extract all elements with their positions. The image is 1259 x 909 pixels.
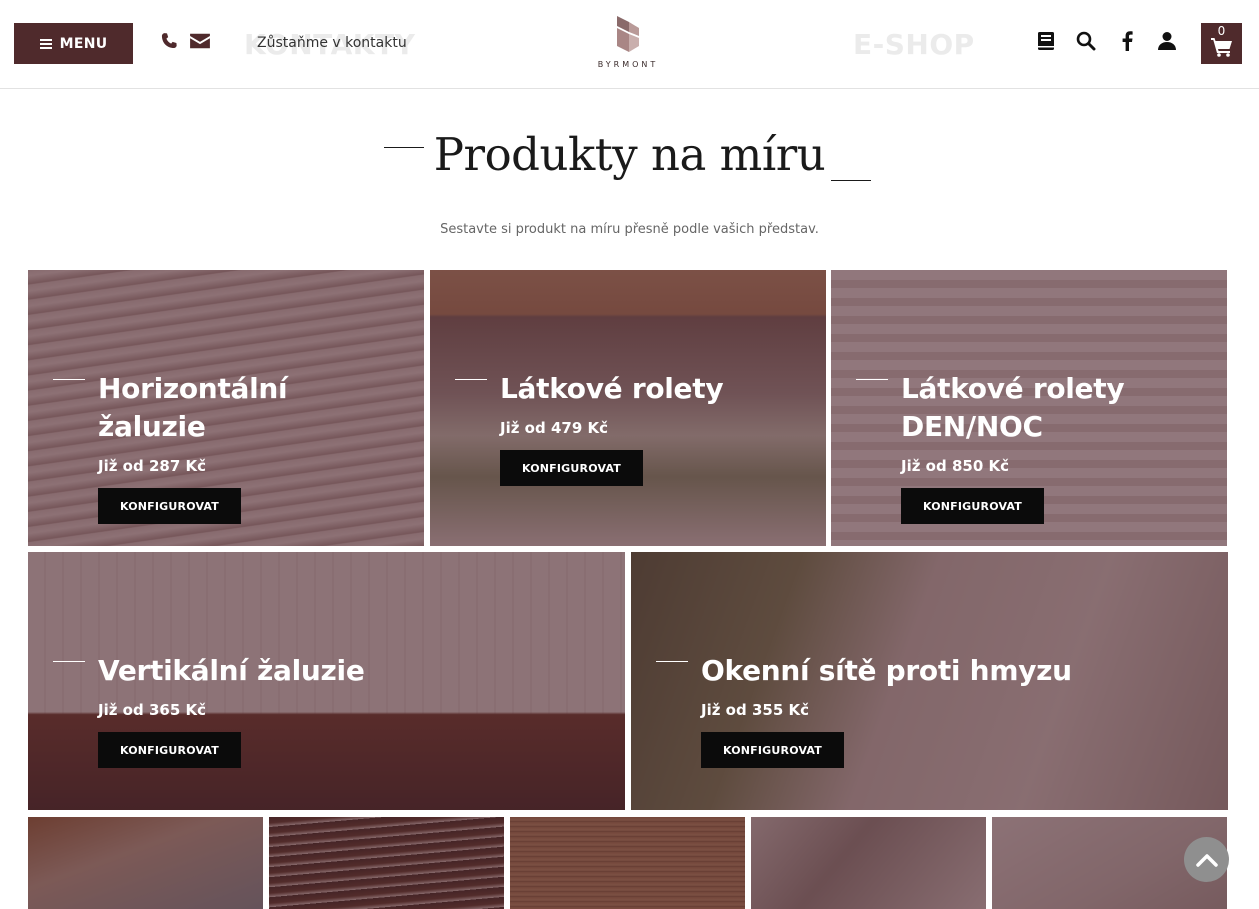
product-tile-partial[interactable] [269, 817, 504, 909]
page-title: Produkty na míru [433, 128, 826, 181]
logo-text: BYRMONT [597, 60, 659, 69]
chevron-up-icon [1195, 853, 1218, 867]
configure-button[interactable]: KONFIGUROVAT [500, 450, 643, 486]
configure-button[interactable]: KONFIGUROVAT [901, 488, 1044, 524]
catalog-icon[interactable] [1035, 30, 1057, 52]
tile-title: Okenní sítě proti hmyzu [701, 654, 1072, 687]
title-section: Produkty na míru [0, 128, 1259, 181]
title-decor-line-right [831, 180, 871, 181]
tile-decor-line [53, 379, 85, 380]
hamburger-icon [39, 38, 52, 49]
user-icon[interactable] [1156, 30, 1178, 52]
cart-icon [1211, 38, 1232, 57]
scroll-to-top-button[interactable] [1184, 837, 1229, 882]
product-tile-fabric-roller-blinds[interactable]: Látkové rolety Již od 479 Kč KONFIGUROVA… [430, 270, 826, 546]
cart-count-badge: 0 [1217, 24, 1226, 38]
page-subtitle: Sestavte si produkt na míru přesně podle… [440, 222, 819, 237]
logo-mark-icon [617, 16, 639, 52]
configure-button[interactable]: KONFIGUROVAT [701, 732, 844, 768]
site-header: MENU KONTAKTY Zůstaňme v kontaktu BYRMON… [0, 0, 1259, 89]
tile-title: Horizontální žaluzie [98, 372, 288, 443]
product-tile-day-night-roller-blinds[interactable]: Látkové rolety DEN/NOC Již od 850 Kč KON… [831, 270, 1227, 546]
product-tile-partial[interactable] [510, 817, 745, 909]
tile-title: Vertikální žaluzie [98, 654, 365, 687]
tile-price: Již od 479 Kč [500, 419, 608, 437]
tile-decor-line [53, 661, 85, 662]
tile-decor-line [455, 379, 487, 380]
tile-decor-line [656, 661, 688, 662]
eshop-ghost-heading: E-SHOP [853, 28, 975, 61]
tile-title: Látkové rolety DEN/NOC [901, 372, 1125, 443]
phone-icon[interactable] [158, 30, 180, 52]
contact-link[interactable]: Zůstaňme v kontaktu [257, 35, 407, 51]
tile-decor-line [856, 379, 888, 380]
search-icon[interactable] [1075, 30, 1097, 52]
facebook-icon[interactable] [1116, 30, 1138, 52]
product-tile-horizontal-blinds[interactable]: Horizontální žaluzie Již od 287 Kč KONFI… [28, 270, 424, 546]
menu-button[interactable]: MENU [14, 23, 133, 64]
tile-price: Již od 355 Kč [701, 701, 809, 719]
menu-label: MENU [59, 35, 108, 52]
product-tile-insect-screens[interactable]: Okenní sítě proti hmyzu Již od 355 Kč KO… [631, 552, 1228, 810]
mail-icon[interactable] [189, 30, 211, 52]
logo[interactable]: BYRMONT [590, 12, 666, 72]
tile-price: Již od 365 Kč [98, 701, 206, 719]
tile-price: Již od 850 Kč [901, 457, 1009, 475]
product-tile-partial[interactable] [28, 817, 263, 909]
tile-title: Látkové rolety [500, 372, 724, 405]
product-tile-vertical-blinds[interactable]: Vertikální žaluzie Již od 365 Kč KONFIGU… [28, 552, 625, 810]
product-tile-partial[interactable] [751, 817, 986, 909]
cart-button[interactable]: 0 [1201, 23, 1242, 64]
configure-button[interactable]: KONFIGUROVAT [98, 732, 241, 768]
tile-price: Již od 287 Kč [98, 457, 206, 475]
configure-button[interactable]: KONFIGUROVAT [98, 488, 241, 524]
